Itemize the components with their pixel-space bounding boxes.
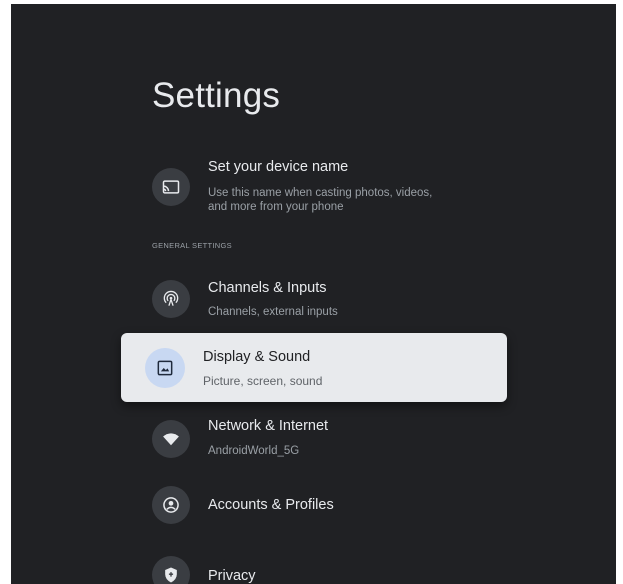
shield-icon	[152, 556, 190, 584]
wifi-icon	[152, 420, 190, 458]
device-name-title: Set your device name	[208, 159, 349, 175]
settings-item-title: Channels & Inputs	[208, 280, 327, 296]
antenna-icon	[152, 280, 190, 318]
image-icon	[145, 348, 185, 388]
settings-item-title: Display & Sound	[203, 349, 311, 365]
settings-item-subtitle: AndroidWorld_5G	[208, 445, 300, 457]
settings-item-display-sound[interactable]: Display & Sound Picture, screen, sound	[121, 333, 507, 402]
settings-item-title: Accounts & Profiles	[208, 497, 334, 513]
settings-item-channels-inputs[interactable]: Channels & Inputs Channels, external inp…	[152, 277, 532, 321]
device-name-item[interactable]: Set your device name Use this name when …	[152, 159, 532, 219]
settings-item-privacy[interactable]: Privacy	[152, 556, 532, 584]
account-icon	[152, 486, 190, 524]
settings-item-title: Network & Internet	[208, 418, 329, 434]
device-name-subtitle-line1: Use this name when casting photos, video…	[208, 187, 433, 199]
settings-item-title: Privacy	[208, 568, 256, 584]
settings-item-accounts-profiles[interactable]: Accounts & Profiles	[152, 486, 532, 526]
section-label-general-settings: GENERAL SETTINGS	[152, 241, 232, 250]
device-name-subtitle-line2: and more from your phone	[208, 201, 344, 213]
settings-item-network-internet[interactable]: Network & Internet AndroidWorld_5G	[152, 416, 532, 460]
cast-icon	[152, 168, 190, 206]
page-title: Settings	[152, 76, 281, 115]
settings-item-subtitle: Channels, external inputs	[208, 306, 338, 318]
settings-screen: Settings Set your device name Use this n…	[11, 4, 616, 584]
settings-item-subtitle: Picture, screen, sound	[203, 374, 323, 388]
